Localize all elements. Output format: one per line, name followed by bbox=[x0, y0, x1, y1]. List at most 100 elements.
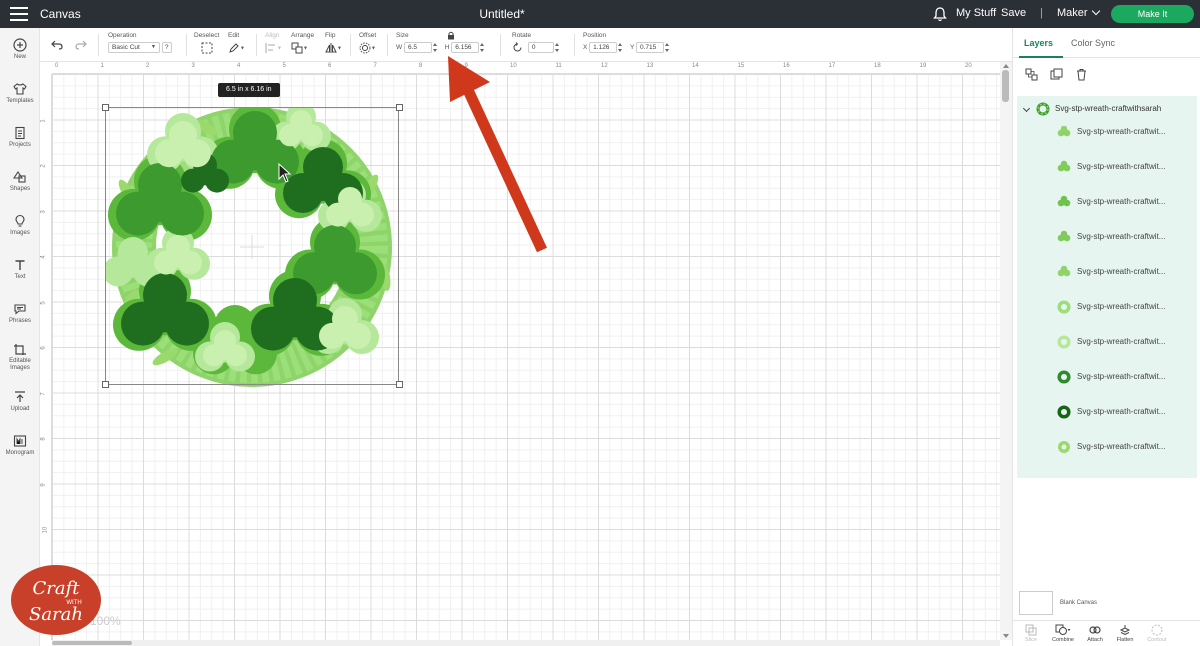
slice-button[interactable]: Slice bbox=[1016, 624, 1046, 643]
operation-control: Operation Basic Cut ▼ ? bbox=[108, 32, 172, 53]
ruler-tick-label: 10 bbox=[42, 526, 49, 534]
x-prefix: X bbox=[583, 44, 588, 52]
duplicate-icon[interactable] bbox=[1050, 68, 1063, 81]
ruler-tick-label: 1 bbox=[100, 63, 104, 69]
slice-label: Slice bbox=[1025, 637, 1037, 643]
lock-icon[interactable] bbox=[447, 31, 455, 40]
sidebar-item-images[interactable]: Images bbox=[0, 214, 40, 236]
layer-row[interactable]: Svg-stp-wreath-craftwit... bbox=[1017, 367, 1197, 387]
ruler-tick-label: 5 bbox=[40, 300, 47, 305]
scroll-thumb[interactable] bbox=[52, 641, 132, 645]
layer-name: Svg-stp-wreath-craftwit... bbox=[1077, 337, 1166, 346]
trash-icon[interactable] bbox=[1075, 68, 1088, 81]
sidebar-item-shapes[interactable]: Shapes bbox=[0, 170, 40, 192]
top-bar: Canvas Untitled* My Stuff Save | Maker M… bbox=[0, 0, 1200, 28]
shirt-icon bbox=[13, 83, 27, 95]
layer-name: Svg-stp-wreath-craftwit... bbox=[1077, 197, 1166, 206]
vertical-scrollbar[interactable] bbox=[1000, 62, 1012, 640]
chevron-down-icon: ▼ bbox=[371, 45, 376, 52]
arrange-icon bbox=[291, 42, 303, 54]
document-title[interactable]: Untitled* bbox=[0, 7, 1004, 21]
arrange-control[interactable]: Arrange ▼ bbox=[291, 32, 314, 54]
shamrock-light-icon bbox=[1057, 265, 1071, 277]
toolbar-divider bbox=[387, 34, 388, 56]
width-input[interactable]: 6.5 bbox=[403, 42, 432, 53]
layer-name: Svg-stp-wreath-craftwit... bbox=[1077, 267, 1166, 276]
slice-icon bbox=[1025, 624, 1037, 636]
attach-icon bbox=[1089, 626, 1101, 634]
layer-row[interactable]: Svg-stp-wreath-craftwit... bbox=[1017, 437, 1197, 457]
sidebar-item-label: Text bbox=[14, 274, 26, 280]
layer-row[interactable]: Svg-stp-wreath-craftwit... bbox=[1017, 157, 1197, 177]
combine-button[interactable]: Combine bbox=[1048, 624, 1078, 643]
layer-row[interactable]: Svg-stp-wreath-craftwit... bbox=[1017, 227, 1197, 247]
layer-row[interactable]: Svg-stp-wreath-craftwit... bbox=[1017, 122, 1197, 142]
scroll-up-icon[interactable] bbox=[1003, 64, 1009, 68]
layer-row[interactable]: Svg-stp-wreath-craftwit... bbox=[1017, 332, 1197, 352]
horizontal-scrollbar[interactable] bbox=[52, 640, 1000, 646]
ruler-tick-label: 6 bbox=[40, 346, 47, 350]
y-input[interactable]: 0.715 bbox=[636, 42, 664, 53]
save-button[interactable]: Save bbox=[1001, 7, 1026, 19]
blank-canvas-swatch[interactable] bbox=[1019, 591, 1053, 615]
deselect-control[interactable]: Deselect bbox=[194, 32, 219, 54]
sidebar-item-label: Editable Images bbox=[9, 358, 31, 372]
attach-button[interactable]: Attach bbox=[1080, 624, 1110, 643]
tab-color-sync[interactable]: Color Sync bbox=[1071, 38, 1115, 48]
sidebar-item-templates[interactable]: Templates bbox=[0, 82, 40, 104]
scroll-thumb[interactable] bbox=[1002, 70, 1009, 102]
layer-row[interactable]: Svg-stp-wreath-craftwit... bbox=[1017, 297, 1197, 317]
sidebar-item-projects[interactable]: Projects bbox=[0, 126, 40, 148]
layer-row[interactable]: Svg-stp-wreath-craftwit... bbox=[1017, 402, 1197, 422]
layer-group: Svg-stp-wreath-craftwithsarah Svg-stp-wr… bbox=[1017, 96, 1197, 478]
topbar-separator: | bbox=[1040, 7, 1043, 19]
shamrock-light-icon bbox=[1057, 160, 1071, 172]
x-input[interactable]: 1.126 bbox=[589, 42, 618, 53]
position-control: Position X 1.126 Y 0.715 bbox=[583, 32, 670, 53]
logo-line-3: Sarah bbox=[29, 604, 83, 625]
sidebar-item-new[interactable]: New bbox=[0, 38, 40, 60]
notification-bell-icon[interactable] bbox=[933, 6, 947, 22]
flatten-button[interactable]: Flatten bbox=[1110, 624, 1140, 643]
ruler-tick-label: 6 bbox=[328, 63, 332, 69]
ruler-tick-label: 2 bbox=[146, 63, 150, 69]
scroll-down-icon[interactable] bbox=[1003, 634, 1009, 638]
flip-icon bbox=[325, 43, 337, 53]
shapes-icon bbox=[13, 171, 26, 183]
redo-icon[interactable] bbox=[75, 40, 87, 50]
sidebar-item-phrases[interactable]: Phrases bbox=[0, 302, 40, 324]
layer-group-row[interactable]: Svg-stp-wreath-craftwithsarah bbox=[1017, 100, 1197, 118]
x-stepper[interactable] bbox=[617, 42, 623, 53]
sidebar-item-upload[interactable]: Upload bbox=[0, 390, 40, 412]
group-icon[interactable] bbox=[1025, 68, 1038, 81]
undo-icon[interactable] bbox=[51, 40, 63, 50]
sidebar-item-monogram[interactable]: Monogram bbox=[0, 434, 40, 456]
offset-control[interactable]: Offset ▼ bbox=[359, 32, 376, 54]
machine-selector[interactable]: Maker bbox=[1057, 6, 1100, 19]
my-stuff-link[interactable]: My Stuff bbox=[956, 7, 996, 19]
flip-label: Flip bbox=[325, 32, 336, 39]
speech-bubble-icon bbox=[14, 304, 26, 315]
flip-control[interactable]: Flip ▼ bbox=[325, 32, 342, 54]
align-control: Align ▼ bbox=[265, 32, 282, 54]
make-it-button[interactable]: Make It bbox=[1111, 5, 1194, 23]
operation-select[interactable]: Basic Cut ▼ bbox=[108, 42, 160, 53]
layer-row[interactable]: Svg-stp-wreath-craftwit... bbox=[1017, 262, 1197, 282]
tab-layers[interactable]: Layers bbox=[1024, 38, 1053, 48]
circle-icon bbox=[1058, 441, 1070, 453]
edit-control[interactable]: Edit ▼ bbox=[228, 32, 245, 54]
layer-row[interactable]: Svg-stp-wreath-craftwit... bbox=[1017, 192, 1197, 212]
chevron-down-icon: ▼ bbox=[303, 45, 308, 52]
resize-handle-br[interactable] bbox=[396, 381, 403, 388]
chevron-down-icon[interactable] bbox=[1022, 104, 1031, 113]
resize-handle-tl[interactable] bbox=[102, 104, 109, 111]
ruler-tick-label: 16 bbox=[783, 63, 790, 69]
sidebar-item-label: Upload bbox=[10, 406, 30, 412]
operation-help-button[interactable]: ? bbox=[161, 42, 172, 53]
resize-handle-bl[interactable] bbox=[102, 381, 109, 388]
sidebar-item-text[interactable]: Text bbox=[0, 258, 40, 280]
sidebar-item-editable-images[interactable]: Editable Images bbox=[0, 342, 40, 372]
contour-button[interactable]: Contour bbox=[1142, 624, 1172, 643]
resize-handle-tr[interactable] bbox=[396, 104, 403, 111]
y-stepper[interactable] bbox=[664, 42, 670, 53]
